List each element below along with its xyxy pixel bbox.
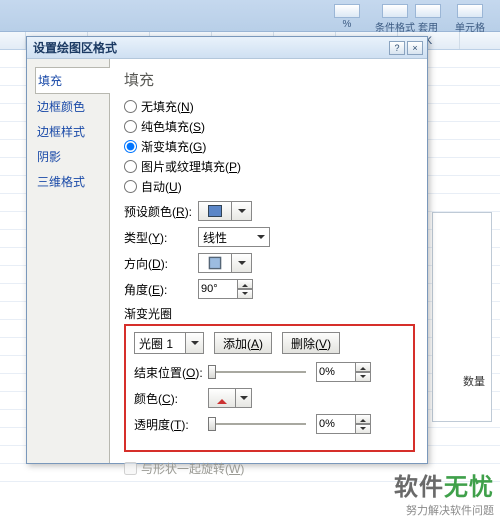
type-select[interactable]: 线性 bbox=[198, 227, 270, 247]
nav-border-color[interactable]: 边框颜色 bbox=[35, 94, 109, 119]
label-color: 颜色(C): bbox=[134, 390, 208, 407]
ribbon-percent-button[interactable]: % bbox=[330, 4, 364, 30]
color-dropdown-icon[interactable] bbox=[236, 388, 252, 408]
paint-bucket-icon bbox=[217, 394, 227, 404]
dialog-titlebar[interactable]: 设置绘图区格式 ? × bbox=[27, 37, 427, 59]
radio-gradient-fill[interactable]: 渐变填充(G) bbox=[124, 138, 415, 155]
dialog-nav: 填充 边框颜色 边框样式 阴影 三维格式 bbox=[27, 59, 109, 463]
ribbon: % 条件格式 套用 单元格 bbox=[0, 0, 500, 32]
angle-up-icon[interactable] bbox=[238, 279, 253, 289]
dialog-title: 设置绘图区格式 bbox=[31, 39, 387, 56]
panel-title: 填充 bbox=[124, 69, 415, 90]
transparency-spinner[interactable] bbox=[316, 414, 371, 434]
transparency-slider[interactable] bbox=[208, 415, 306, 433]
radio-solid-fill[interactable]: 纯色填充(S) bbox=[124, 118, 415, 135]
ribbon-cell-style[interactable]: 单元格 bbox=[455, 4, 485, 34]
fill-panel: 填充 无填充(N) 纯色填充(S) 渐变填充(G) 图片或纹理填充(P) 自动(… bbox=[109, 59, 427, 463]
chart-axis-label: 数量 bbox=[463, 373, 485, 389]
direction-dropdown-icon[interactable] bbox=[232, 253, 252, 273]
fill-type-radios: 无填充(N) 纯色填充(S) 渐变填充(G) 图片或纹理填充(P) 自动(U) bbox=[124, 98, 415, 195]
label-preset: 预设颜色(R): bbox=[124, 203, 198, 220]
label-direction: 方向(D): bbox=[124, 255, 198, 272]
radio-no-fill[interactable]: 无填充(N) bbox=[124, 98, 415, 115]
label-transparency: 透明度(T): bbox=[134, 416, 208, 433]
label-type: 类型(Y): bbox=[124, 229, 198, 246]
transparency-input[interactable] bbox=[316, 414, 356, 434]
direction-button[interactable] bbox=[198, 253, 232, 273]
nav-3d-format[interactable]: 三维格式 bbox=[35, 169, 109, 194]
label-angle: 角度(E): bbox=[124, 281, 198, 298]
watermark: 软件无忧 努力解决软件问题 bbox=[394, 467, 494, 518]
rotate-with-shape-checkbox: 与形状一起旋转(W) bbox=[124, 460, 415, 477]
nav-border-style[interactable]: 边框样式 bbox=[35, 119, 109, 144]
radio-picture-fill[interactable]: 图片或纹理填充(P) bbox=[124, 158, 415, 175]
label-position: 结束位置(O): bbox=[134, 364, 208, 381]
position-up-icon[interactable] bbox=[356, 362, 371, 372]
chart-plot-area[interactable]: 数量 bbox=[432, 212, 492, 422]
nav-shadow[interactable]: 阴影 bbox=[35, 144, 109, 169]
preset-color-dropdown-icon[interactable] bbox=[232, 201, 252, 221]
close-button[interactable]: × bbox=[407, 41, 423, 55]
help-button[interactable]: ? bbox=[389, 41, 405, 55]
stop-dropdown-icon[interactable] bbox=[186, 332, 204, 354]
angle-spinner[interactable] bbox=[198, 279, 253, 299]
remove-stop-button[interactable]: 删除(V) bbox=[282, 332, 340, 354]
preset-color-button[interactable] bbox=[198, 201, 232, 221]
stop-select[interactable]: 光圈 1 bbox=[134, 332, 204, 354]
angle-input[interactable] bbox=[198, 279, 238, 299]
gradient-stops-header: 渐变光圈 bbox=[124, 305, 415, 322]
format-plot-area-dialog: 设置绘图区格式 ? × 填充 边框颜色 边框样式 阴影 三维格式 填充 无填充(… bbox=[26, 36, 428, 464]
rotate-checkbox-input bbox=[124, 462, 137, 475]
color-picker-button[interactable] bbox=[208, 388, 236, 408]
add-stop-button[interactable]: 添加(A) bbox=[214, 332, 272, 354]
ribbon-conditional-format[interactable]: 条件格式 bbox=[375, 4, 415, 34]
transparency-down-icon[interactable] bbox=[356, 424, 371, 434]
highlight-box: 光圈 1 添加(A) 删除(V) 结束位置(O): 颜色 bbox=[124, 324, 415, 452]
angle-down-icon[interactable] bbox=[238, 289, 253, 299]
position-spinner[interactable] bbox=[316, 362, 371, 382]
transparency-up-icon[interactable] bbox=[356, 414, 371, 424]
ribbon-format-as-table[interactable]: 套用 bbox=[415, 4, 441, 34]
nav-fill[interactable]: 填充 bbox=[35, 67, 110, 94]
radio-auto-fill[interactable]: 自动(U) bbox=[124, 178, 415, 195]
position-input[interactable] bbox=[316, 362, 356, 382]
position-down-icon[interactable] bbox=[356, 372, 371, 382]
position-slider[interactable] bbox=[208, 363, 306, 381]
